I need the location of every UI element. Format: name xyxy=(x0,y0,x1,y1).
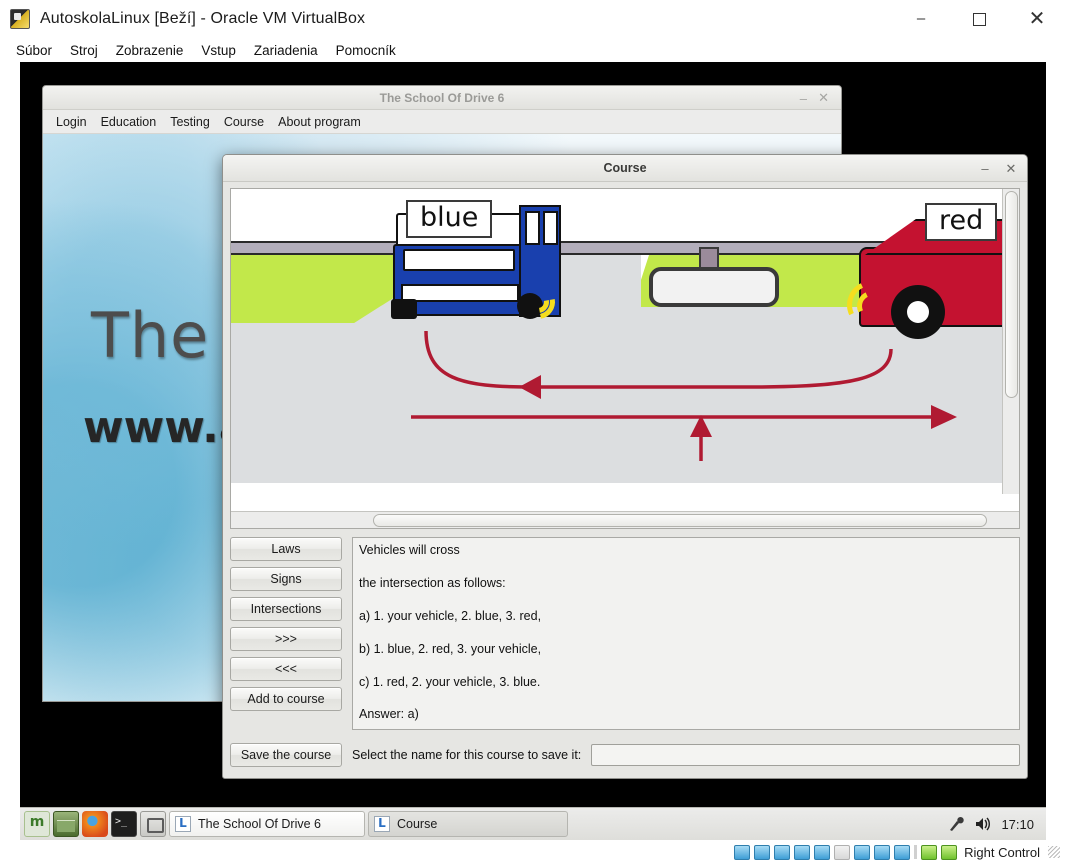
save-prompt-label: Select the name for this course to save … xyxy=(352,748,582,762)
mouse-integration-icon[interactable] xyxy=(921,844,938,860)
question-line: the intersection as follows: xyxy=(359,575,506,590)
speaker-icon[interactable] xyxy=(974,815,992,833)
window-title: AutoskolaLinux [Beží] - Oracle VM Virtua… xyxy=(40,10,366,27)
next-button[interactable]: >>> xyxy=(230,627,342,651)
path-arrows xyxy=(411,330,957,461)
app-window-icon xyxy=(175,816,191,832)
virtualbox-titlebar: AutoskolaLinux [Beží] - Oracle VM Virtua… xyxy=(0,0,1066,38)
menu-course[interactable]: Course xyxy=(217,112,271,132)
taskbar-button-label: Course xyxy=(397,817,438,831)
question-text-pane[interactable]: Vehicles will cross the intersection as … xyxy=(352,537,1020,730)
menu-subor[interactable]: Súbor xyxy=(8,41,60,60)
close-button[interactable]: ✕ xyxy=(1008,0,1066,38)
illustration-scroll-pane[interactable]: blue red xyxy=(230,188,1020,529)
taskbar-clock[interactable]: 17:10 xyxy=(1001,817,1034,832)
system-tray: 17:10 xyxy=(947,815,1042,833)
maximize-icon xyxy=(972,12,986,26)
course-titlebar: Course – ✕ xyxy=(223,155,1027,182)
optical-drive-icon[interactable] xyxy=(754,844,771,860)
microphone-icon[interactable] xyxy=(947,815,965,833)
intersections-button[interactable]: Intersections xyxy=(230,597,342,621)
resize-grip[interactable] xyxy=(1048,846,1060,858)
host-key-icon[interactable] xyxy=(941,844,958,860)
virtualbox-window: AutoskolaLinux [Beží] - Oracle VM Virtua… xyxy=(0,0,1066,864)
question-line: a) 1. your vehicle, 2. blue, 3. red, xyxy=(359,608,542,623)
label-blue: blue xyxy=(406,200,493,238)
menu-stroj[interactable]: Stroj xyxy=(62,41,106,60)
illustration-viewport: blue red xyxy=(231,189,1019,511)
file-manager-icon[interactable] xyxy=(53,811,79,837)
display-icon[interactable] xyxy=(854,844,871,860)
save-the-course-button[interactable]: Save the course xyxy=(230,743,342,767)
course-dialog[interactable]: Course – ✕ blue red Laws Signs Intersect… xyxy=(222,154,1028,779)
course-dialog-title: Course xyxy=(603,161,647,175)
menu-about-program[interactable]: About program xyxy=(271,112,368,132)
virtualbox-icon xyxy=(10,9,30,29)
app-window-icon xyxy=(374,816,390,832)
sod-close-button[interactable]: ✕ xyxy=(818,86,829,110)
signs-button[interactable]: Signs xyxy=(230,567,342,591)
taskbar-button-label: The School Of Drive 6 xyxy=(198,817,321,831)
question-line: c) 1. red, 2. your vehicle, 3. blue. xyxy=(359,674,541,689)
menu-pomocnik[interactable]: Pomocník xyxy=(328,41,404,60)
course-minimize-button[interactable]: – xyxy=(973,155,997,182)
label-red: red xyxy=(925,203,998,241)
course-close-button[interactable]: ✕ xyxy=(999,155,1023,182)
maximize-button[interactable] xyxy=(950,0,1008,38)
shared-folder-icon[interactable] xyxy=(834,844,851,860)
statusbar-divider xyxy=(914,845,918,859)
taskbar: The School Of Drive 6 Course 17:10 xyxy=(20,807,1046,840)
course-save-row: Save the course Select the name for this… xyxy=(230,739,1020,771)
add-to-course-button[interactable]: Add to course xyxy=(230,687,342,711)
horizontal-scrollbar-thumb[interactable] xyxy=(372,514,988,527)
menu-login[interactable]: Login xyxy=(49,112,94,132)
software-manager-icon[interactable] xyxy=(140,811,166,837)
audio-icon[interactable] xyxy=(774,844,791,860)
recording-icon[interactable] xyxy=(874,844,891,860)
course-middle-section: Laws Signs Intersections >>> <<< Add to … xyxy=(230,537,1020,730)
wallpaper-line-1: The xyxy=(91,299,210,372)
sod-minimize-button[interactable]: – xyxy=(800,86,807,110)
host-key-label: Right Control xyxy=(964,844,1040,860)
mint-menu-icon[interactable] xyxy=(24,811,50,837)
school-of-drive-title: The School Of Drive 6 xyxy=(379,90,505,105)
menu-education[interactable]: Education xyxy=(94,112,164,132)
usb-icon[interactable] xyxy=(814,844,831,860)
virtualbox-menubar: Súbor Stroj Zobrazenie Vstup Zariadenia … xyxy=(0,38,1066,62)
menu-vstup[interactable]: Vstup xyxy=(193,41,244,60)
vertical-scrollbar-thumb[interactable] xyxy=(1005,191,1018,399)
illustration-vertical-scrollbar[interactable] xyxy=(1002,189,1019,494)
school-of-drive-titlebar: The School Of Drive 6 – ✕ xyxy=(43,86,841,110)
hard-disk-icon[interactable] xyxy=(734,844,751,860)
question-answer-line: Answer: a) xyxy=(359,707,419,722)
terminal-icon[interactable] xyxy=(111,811,137,837)
previous-button[interactable]: <<< xyxy=(230,657,342,681)
vm-screen[interactable]: The School Of Drive 6 – ✕ Login Educatio… xyxy=(20,62,1046,840)
intersection-illustration: blue red xyxy=(231,189,1019,511)
taskbar-window-course[interactable]: Course xyxy=(368,811,568,837)
question-line: Vehicles will cross xyxy=(359,543,460,557)
minimize-button[interactable]: – xyxy=(892,0,950,38)
question-line: b) 1. blue, 2. red, 3. your vehicle, xyxy=(359,641,542,656)
menu-zobrazenie[interactable]: Zobrazenie xyxy=(108,41,192,60)
network-icon[interactable] xyxy=(794,844,811,860)
taskbar-window-school-of-drive[interactable]: The School Of Drive 6 xyxy=(169,811,365,837)
course-name-input[interactable] xyxy=(591,744,1020,766)
school-of-drive-menubar: Login Education Testing Course About pro… xyxy=(43,110,841,134)
virtualization-icon[interactable] xyxy=(894,844,911,860)
course-button-column: Laws Signs Intersections >>> <<< Add to … xyxy=(230,537,342,730)
close-icon: ✕ xyxy=(1028,8,1046,30)
menu-zariadenia[interactable]: Zariadenia xyxy=(246,41,326,60)
laws-button[interactable]: Laws xyxy=(230,537,342,561)
course-dialog-body: blue red Laws Signs Intersections >>> <<… xyxy=(223,182,1027,778)
window-controls: – ✕ xyxy=(892,0,1066,38)
menu-testing[interactable]: Testing xyxy=(163,112,217,132)
firefox-icon[interactable] xyxy=(82,811,108,837)
illustration-horizontal-scrollbar[interactable] xyxy=(231,511,1019,528)
virtualbox-statusbar: Right Control xyxy=(0,840,1066,864)
